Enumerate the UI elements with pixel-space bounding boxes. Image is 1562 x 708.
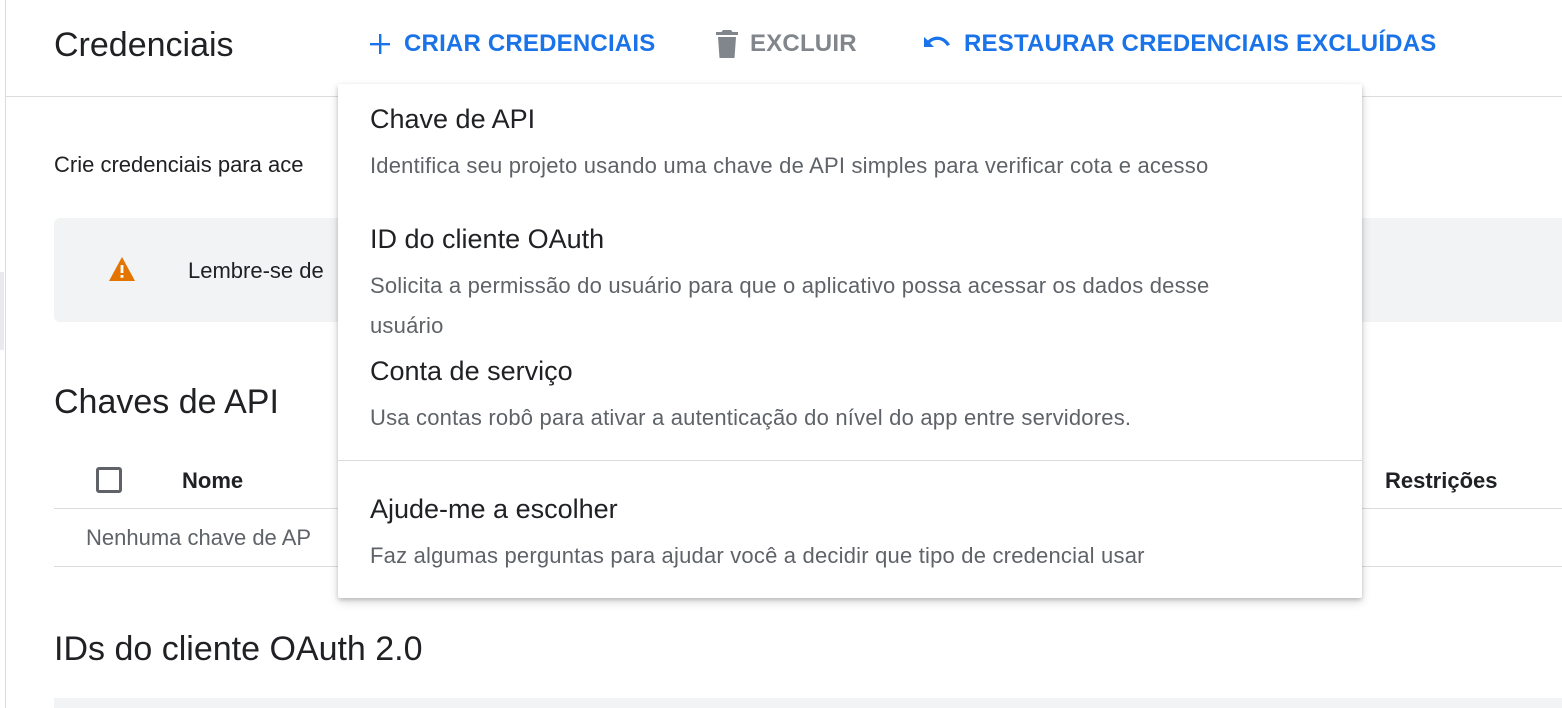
menu-item-service-account[interactable]: Conta de serviço Usa contas robô para at… — [338, 356, 1362, 446]
menu-item-oauth-client-id[interactable]: ID do cliente OAuth Solicita a permissão… — [338, 224, 1362, 356]
oauth-clients-title: IDs do cliente OAuth 2.0 — [54, 630, 423, 668]
delete-button[interactable]: EXCLUIR — [716, 30, 857, 58]
menu-item-description: Identifica seu projeto usando uma chave … — [370, 153, 1209, 178]
menu-item-description: Usa contas robô para ativar a autenticaç… — [370, 405, 1132, 430]
undo-icon — [922, 33, 952, 55]
create-credentials-menu: Chave de API Identifica seu projeto usan… — [338, 84, 1362, 598]
page-title: Credenciais — [54, 26, 234, 64]
delete-label: EXCLUIR — [750, 30, 857, 57]
intro-text: Crie credenciais para ace — [54, 152, 304, 177]
create-credentials-button[interactable]: CRIAR CREDENCIAIS — [368, 30, 655, 58]
left-panel-edge — [0, 272, 4, 350]
restore-label: RESTAURAR CREDENCIAIS EXCLUÍDAS — [964, 30, 1437, 57]
plus-icon — [368, 32, 392, 56]
menu-item-title: Chave de API — [370, 104, 536, 134]
select-all-checkbox[interactable] — [96, 467, 122, 493]
menu-item-description: Faz algumas perguntas para ajudar você a… — [370, 543, 1145, 568]
menu-item-api-key[interactable]: Chave de API Identifica seu projeto usan… — [338, 104, 1362, 224]
menu-item-title: ID do cliente OAuth — [370, 224, 605, 254]
column-header-restrictions[interactable]: Restrições — [1385, 468, 1498, 494]
page-header: Credenciais CRIAR CREDENCIAIS EXCLUIR RE… — [6, 0, 1562, 97]
menu-item-title: Ajude-me a escolher — [370, 494, 618, 524]
column-header-name[interactable]: Nome — [182, 468, 243, 494]
menu-item-help-me-choose[interactable]: Ajude-me a escolher Faz algumas pergunta… — [338, 494, 1362, 584]
banner-text: Lembre-se de — [188, 258, 324, 283]
trash-icon — [716, 30, 738, 58]
create-credentials-label: CRIAR CREDENCIAIS — [404, 30, 656, 57]
empty-state-text: Nenhuma chave de AP — [86, 525, 312, 550]
warning-icon — [108, 256, 136, 287]
oauth-table-header — [54, 698, 1562, 708]
menu-divider — [338, 460, 1362, 461]
menu-item-title: Conta de serviço — [370, 356, 573, 386]
menu-item-description: Solicita a permissão do usuário para que… — [370, 273, 1210, 338]
api-keys-title: Chaves de API — [54, 383, 279, 421]
restore-deleted-credentials-button[interactable]: RESTAURAR CREDENCIAIS EXCLUÍDAS — [922, 30, 1436, 58]
left-divider — [5, 0, 6, 708]
